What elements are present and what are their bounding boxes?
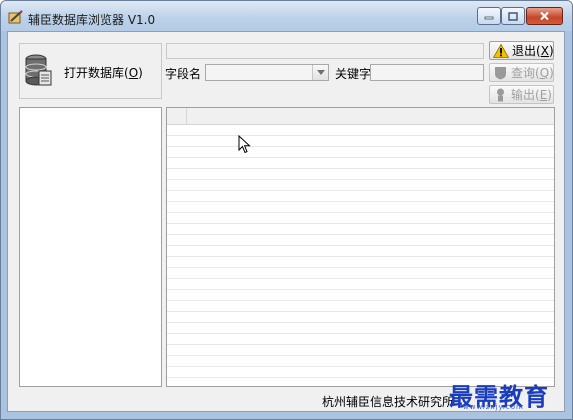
field-name-label: 字段名 xyxy=(165,67,202,81)
client-area: 打开数据库(O) 字段名 关键字 退出(X) 查询(Q) 输出(E) 杭州辅臣信… xyxy=(7,31,565,412)
dropdown-arrow[interactable] xyxy=(312,65,328,80)
data-grid[interactable] xyxy=(166,107,555,387)
grid-rows xyxy=(167,125,554,386)
app-window: 辅臣数据库浏览器 V1.0 打开数据库(O) 字段名 关键字 退出(X) 查询(… xyxy=(0,0,573,420)
export-label: 输出(E) xyxy=(511,88,552,102)
status-text: 杭州辅臣信息技术研究所 xyxy=(322,395,455,409)
exit-label: 退出(X) xyxy=(512,44,554,58)
pencil-notebook-icon xyxy=(8,10,23,24)
open-database-button[interactable]: 打开数据库(O) xyxy=(64,64,143,81)
keyword-label: 关键字 xyxy=(335,67,372,81)
warning-triangle-icon xyxy=(493,43,509,58)
maximize-button[interactable] xyxy=(501,7,525,25)
field-name-select[interactable] xyxy=(205,64,329,81)
minimize-icon xyxy=(484,16,494,20)
chevron-down-icon xyxy=(316,70,325,75)
title-bar[interactable]: 辅臣数据库浏览器 V1.0 xyxy=(1,1,572,31)
grid-header xyxy=(167,108,554,125)
query-button[interactable]: 查询(Q) xyxy=(489,63,554,82)
minimize-button[interactable] xyxy=(477,7,501,25)
open-database-hotkey: O xyxy=(128,66,139,80)
query-shield-icon xyxy=(495,66,506,79)
maximize-icon xyxy=(508,11,518,21)
table-list-panel[interactable] xyxy=(19,107,162,387)
window-title: 辅臣数据库浏览器 V1.0 xyxy=(28,13,156,27)
keyword-input[interactable] xyxy=(370,64,484,81)
mouse-pointer-icon xyxy=(238,135,251,154)
open-database-label: 打开数据库 xyxy=(64,66,125,80)
path-display xyxy=(166,43,484,59)
watermark-url: www.zxjy.com xyxy=(463,403,524,411)
database-stack-icon xyxy=(25,54,52,86)
export-button[interactable]: 输出(E) xyxy=(489,85,554,104)
close-button[interactable] xyxy=(526,7,563,25)
exit-button[interactable]: 退出(X) xyxy=(489,41,554,60)
close-icon xyxy=(540,11,549,21)
open-database-panel[interactable]: 打开数据库(O) xyxy=(19,43,162,99)
export-person-icon xyxy=(497,88,504,101)
row-indicator-header xyxy=(167,108,187,124)
query-label: 查询(Q) xyxy=(511,66,554,80)
